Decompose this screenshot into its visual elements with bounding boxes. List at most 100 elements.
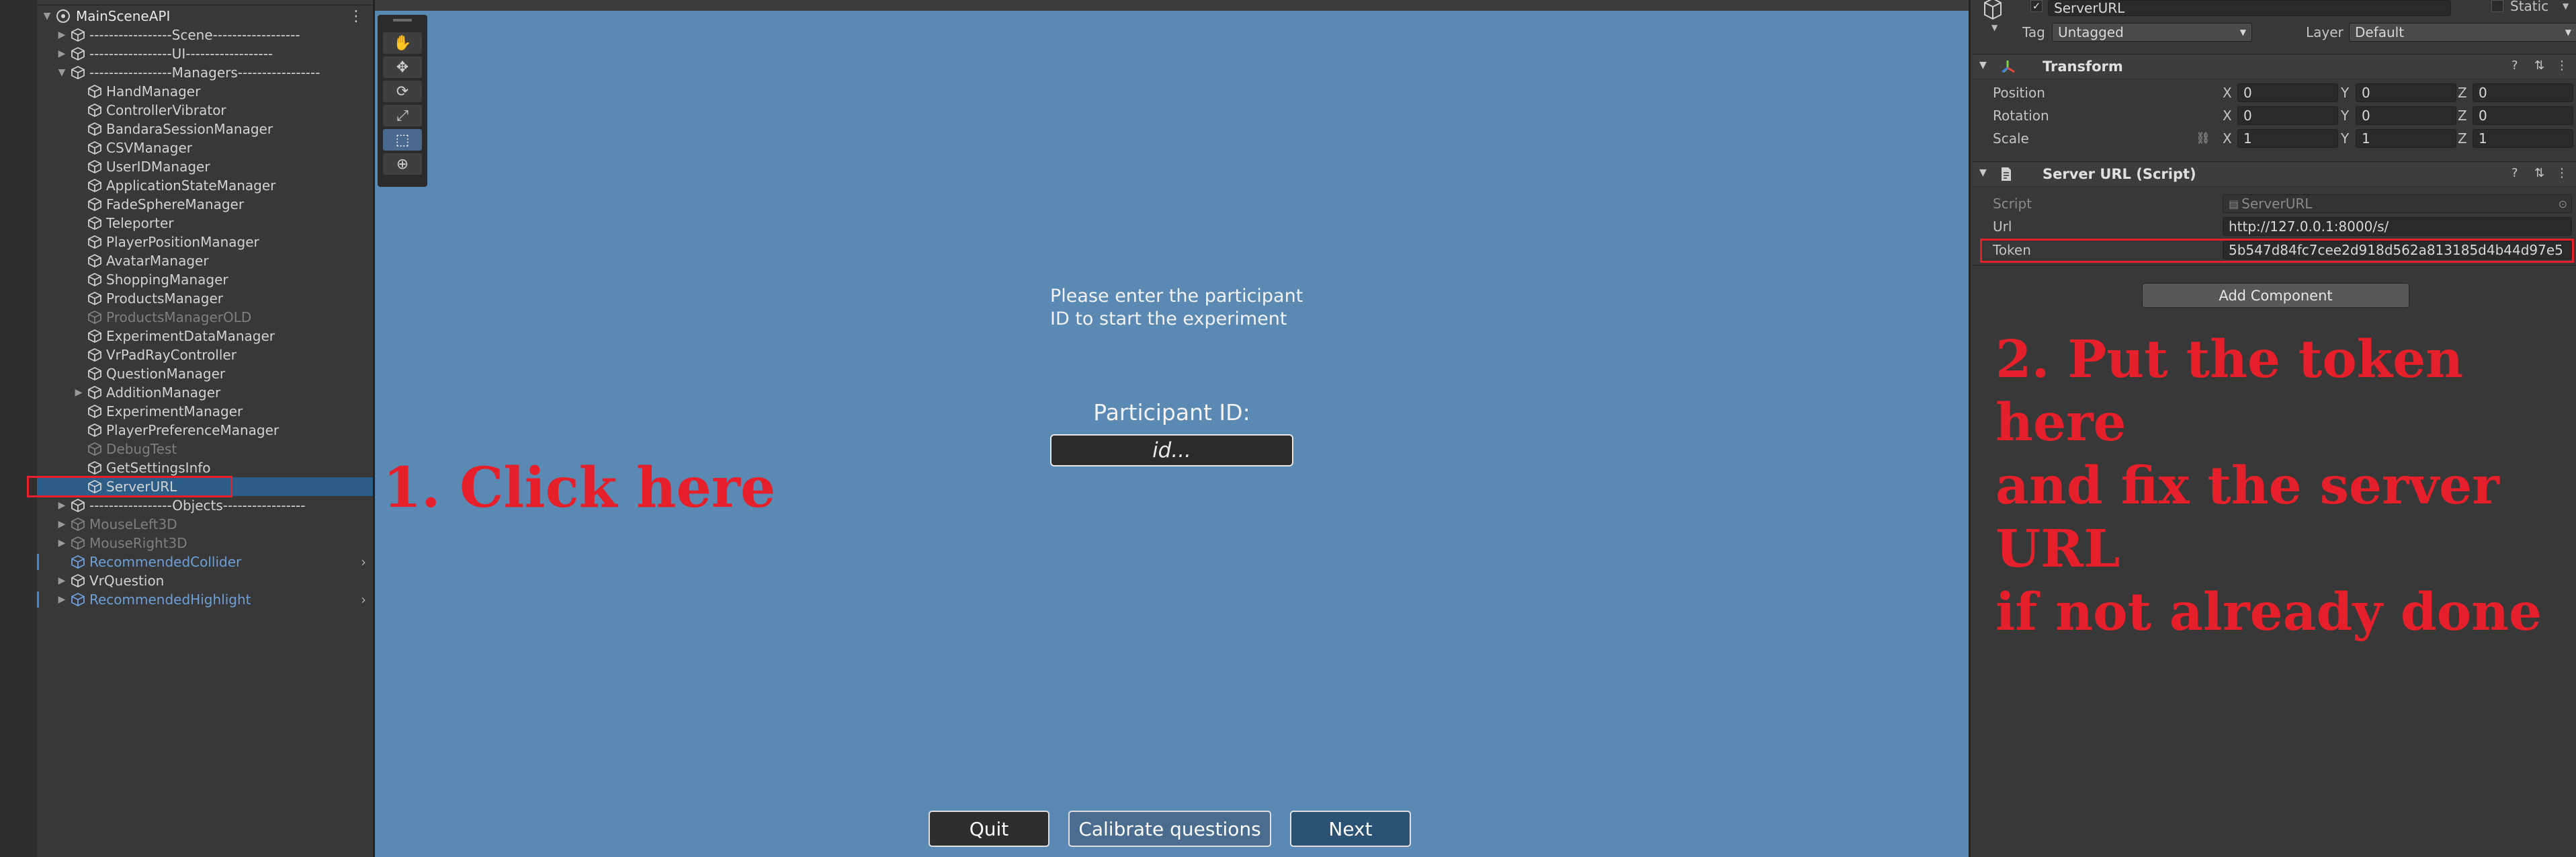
scene-view[interactable] bbox=[373, 0, 1971, 857]
foldout-arrow-icon[interactable]: ▼ bbox=[1979, 167, 1987, 178]
hierarchy-item[interactable]: ProductsManager bbox=[37, 289, 373, 308]
hierarchy-item[interactable]: PlayerPreferenceManager bbox=[37, 421, 373, 440]
layer-dropdown[interactable]: Default ▼ bbox=[2349, 23, 2576, 42]
kebab-menu-icon[interactable]: ⋮ bbox=[349, 8, 363, 25]
hierarchy-item[interactable]: ProductsManagerOLD bbox=[37, 308, 373, 327]
quit-button[interactable]: Quit bbox=[929, 811, 1049, 847]
active-checkbox[interactable]: ✓ bbox=[2030, 0, 2043, 12]
rotation-x-field[interactable]: 0 bbox=[2237, 106, 2338, 125]
hierarchy-item[interactable]: BandaraSessionManager bbox=[37, 120, 373, 138]
hierarchy-item-label: VrQuestion bbox=[89, 573, 165, 589]
foldout-arrow-icon[interactable]: ▶ bbox=[56, 500, 68, 511]
hierarchy-item[interactable]: VrPadRayController bbox=[37, 345, 373, 364]
object-picker-icon: ⊙ bbox=[2558, 197, 2567, 210]
transform-tool-icon[interactable]: ⊕ bbox=[383, 153, 422, 175]
position-x-field[interactable]: 0 bbox=[2237, 83, 2338, 102]
object-name-field[interactable]: ServerURL bbox=[2048, 0, 2451, 16]
serverurl-component-header[interactable]: ▼ Server URL (Script) ? ⇅ ⋮ bbox=[1973, 161, 2576, 187]
kebab-menu-icon[interactable]: ⋮ bbox=[2556, 58, 2568, 73]
annotation-step1: 1. Click here bbox=[383, 456, 776, 520]
hierarchy-item-label: -----------------Scene------------------ bbox=[89, 27, 300, 43]
hierarchy-item[interactable]: ▶ -----------------Scene-----------------… bbox=[37, 26, 373, 44]
dropdown-arrow-icon[interactable]: ▼ bbox=[1991, 23, 1998, 32]
gameobject-cube-icon bbox=[88, 404, 101, 419]
hierarchy-item[interactable]: ApplicationStateManager bbox=[37, 176, 373, 195]
foldout-arrow-icon[interactable]: ▶ bbox=[56, 519, 68, 530]
url-field[interactable]: http://127.0.0.1:8000/s/ bbox=[2223, 217, 2572, 236]
hierarchy-item[interactable]: ShoppingManager bbox=[37, 270, 373, 289]
position-z-field[interactable]: 0 bbox=[2473, 83, 2573, 102]
hierarchy-item[interactable]: ▶ MouseRight3D bbox=[37, 534, 373, 553]
transform-header[interactable]: ▼ Transform ? ⇅ ⋮ bbox=[1973, 54, 2576, 79]
gameobject-cube-icon bbox=[88, 197, 101, 212]
add-component-button[interactable]: Add Component bbox=[2142, 283, 2409, 308]
gameobject-cube-icon bbox=[71, 498, 85, 513]
hierarchy-item[interactable]: ▶ -----------------Objects---------------… bbox=[37, 496, 373, 515]
scale-z-field[interactable]: 1 bbox=[2473, 129, 2573, 148]
rotation-label: Rotation bbox=[1993, 108, 2049, 124]
scene-root-row[interactable]: ▼ MainSceneAPI ⋮ bbox=[37, 7, 373, 26]
foldout-arrow-icon[interactable]: ▼ bbox=[41, 11, 53, 22]
divider bbox=[1973, 265, 2576, 266]
gameobject-cube-icon bbox=[71, 65, 85, 80]
foldout-arrow-icon[interactable]: ▶ bbox=[56, 48, 68, 59]
rect-tool-icon[interactable]: ⬚ bbox=[383, 129, 422, 151]
hierarchy-item-label: ProductsManager bbox=[106, 290, 224, 307]
hierarchy-item[interactable]: UserIDManager bbox=[37, 157, 373, 176]
participant-id-input[interactable]: id... bbox=[1050, 434, 1293, 466]
chevron-right-icon[interactable]: › bbox=[361, 591, 366, 608]
hierarchy-item[interactable]: ▼ -----------------Managers--------------… bbox=[37, 63, 373, 82]
hierarchy-item[interactable]: HandManager bbox=[37, 82, 373, 101]
scale-x-field[interactable]: 1 bbox=[2237, 129, 2338, 148]
hierarchy-item[interactable]: ExperimentDataManager bbox=[37, 327, 373, 345]
calibrate-questions-button[interactable]: Calibrate questions bbox=[1068, 811, 1271, 847]
chevron-down-icon: ▼ bbox=[2239, 28, 2246, 37]
rotation-z-field[interactable]: 0 bbox=[2473, 106, 2573, 125]
hierarchy-item-label: AdditionManager bbox=[106, 384, 221, 401]
scale-tool-icon[interactable]: ⤢ bbox=[383, 105, 422, 126]
static-dropdown-icon[interactable]: ▼ bbox=[2563, 1, 2569, 11]
foldout-arrow-icon[interactable]: ▶ bbox=[73, 387, 85, 398]
preset-icon[interactable]: ⇅ bbox=[2534, 166, 2544, 180]
hierarchy-item[interactable]: DebugTest bbox=[37, 440, 373, 458]
hierarchy-item[interactable]: GetSettingsInfo bbox=[37, 458, 373, 477]
rotate-tool-icon[interactable]: ⟳ bbox=[383, 81, 422, 102]
hierarchy-item[interactable]: ▶ RecommendedHighlight › bbox=[37, 590, 373, 609]
hierarchy-item-label: HandManager bbox=[106, 83, 201, 99]
rotation-y-field[interactable]: 0 bbox=[2356, 106, 2456, 125]
help-icon[interactable]: ? bbox=[2511, 58, 2518, 73]
chevron-right-icon[interactable]: › bbox=[361, 554, 366, 570]
kebab-menu-icon[interactable]: ⋮ bbox=[2556, 166, 2568, 180]
move-tool-icon[interactable]: ✥ bbox=[383, 56, 422, 78]
hierarchy-item[interactable]: AvatarManager bbox=[37, 251, 373, 270]
tag-dropdown[interactable]: Untagged ▼ bbox=[2052, 23, 2252, 42]
gameobject-cube-icon bbox=[88, 423, 101, 438]
hierarchy-item[interactable]: ▶ VrQuestion bbox=[37, 571, 373, 590]
hierarchy-item[interactable]: ControllerVibrator bbox=[37, 101, 373, 120]
hierarchy-item[interactable]: ▶ AdditionManager bbox=[37, 383, 373, 402]
tools-drag-handle[interactable] bbox=[393, 19, 412, 22]
hierarchy-item[interactable]: ExperimentManager bbox=[37, 402, 373, 421]
foldout-arrow-icon[interactable]: ▶ bbox=[56, 538, 68, 548]
constrain-proportions-icon[interactable]: ⛓ bbox=[2196, 132, 2210, 145]
foldout-arrow-icon[interactable]: ▶ bbox=[56, 575, 68, 586]
hierarchy-item[interactable]: ▶ MouseLeft3D bbox=[37, 515, 373, 534]
foldout-arrow-icon[interactable]: ▶ bbox=[56, 30, 68, 40]
hierarchy-item[interactable]: FadeSphereManager bbox=[37, 195, 373, 214]
next-button[interactable]: Next bbox=[1290, 811, 1411, 847]
foldout-arrow-icon[interactable]: ▶ bbox=[56, 594, 68, 605]
position-y-field[interactable]: 0 bbox=[2356, 83, 2456, 102]
hierarchy-item[interactable]: QuestionManager bbox=[37, 364, 373, 383]
hierarchy-item[interactable]: PlayerPositionManager bbox=[37, 233, 373, 251]
hierarchy-item[interactable]: CSVManager bbox=[37, 138, 373, 157]
foldout-arrow-icon[interactable]: ▼ bbox=[56, 67, 68, 78]
hierarchy-item[interactable]: ▶ -----------------UI------------------ bbox=[37, 44, 373, 63]
static-checkbox[interactable] bbox=[2491, 0, 2503, 12]
foldout-arrow-icon[interactable]: ▼ bbox=[1979, 60, 1987, 71]
scale-y-field[interactable]: 1 bbox=[2356, 129, 2456, 148]
preset-icon[interactable]: ⇅ bbox=[2534, 58, 2544, 73]
hierarchy-item[interactable]: RecommendedCollider › bbox=[37, 553, 373, 571]
hand-tool-icon[interactable]: ✋ bbox=[383, 32, 422, 54]
help-icon[interactable]: ? bbox=[2511, 166, 2518, 180]
hierarchy-item[interactable]: Teleporter bbox=[37, 214, 373, 233]
